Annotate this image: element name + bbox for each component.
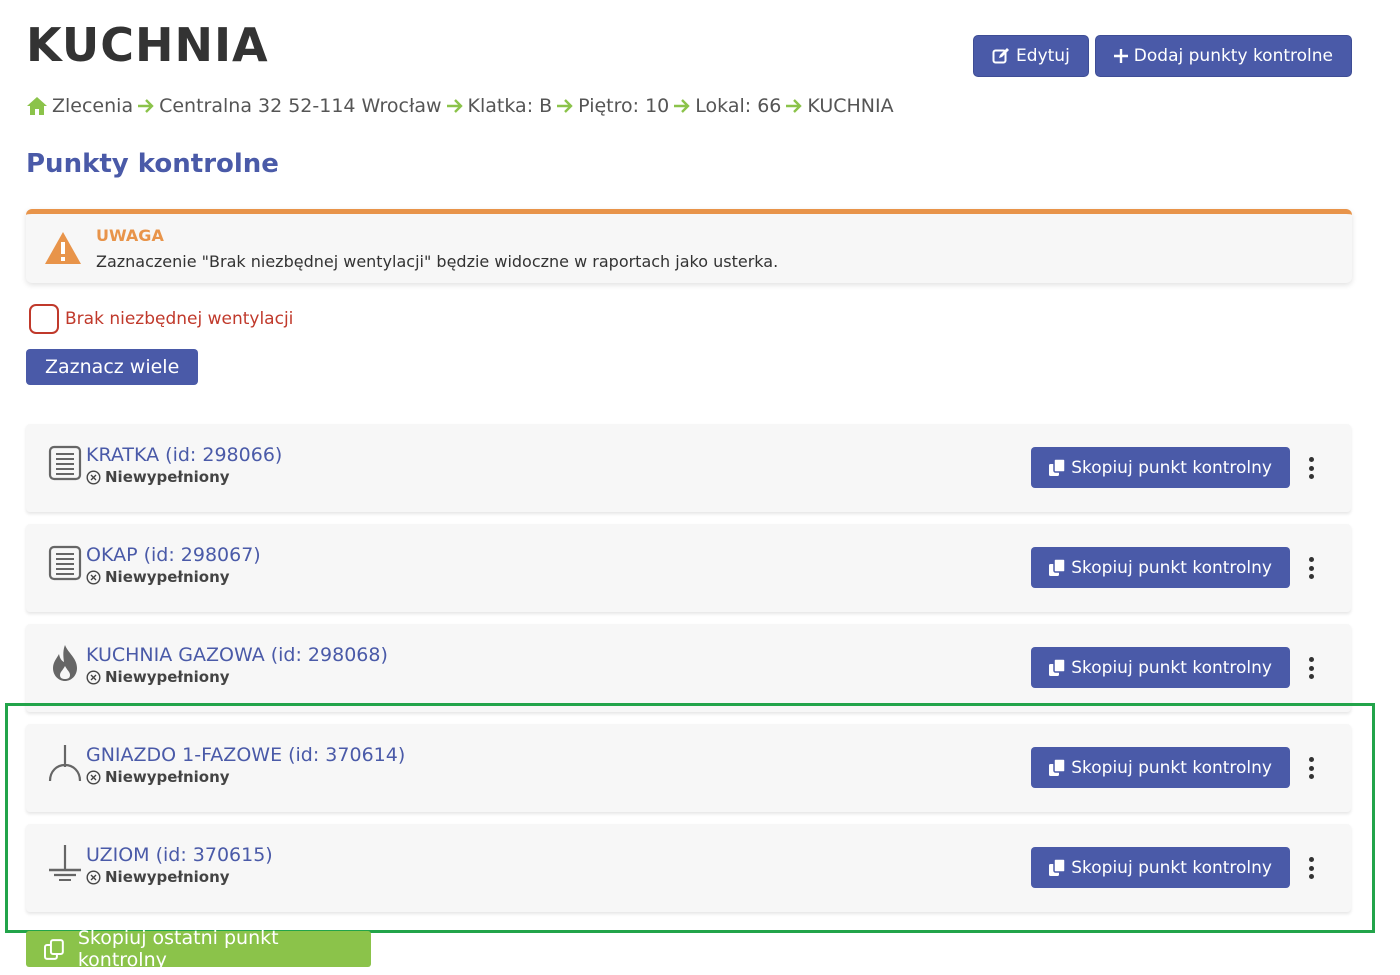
warning-icon [45, 232, 81, 264]
socket-icon [46, 742, 84, 784]
control-point-status: Niewypełniony [86, 468, 230, 486]
control-point-name[interactable]: KUCHNIA GAZOWA (id: 298068) [86, 644, 388, 666]
copy-last-control-point-button[interactable]: Skopiuj ostatni punkt kontrolny [26, 927, 371, 971]
copy-control-point-button[interactable]: Skopiuj punkt kontrolny [1031, 847, 1290, 888]
copy-icon [1049, 659, 1066, 676]
x-circle-icon [86, 469, 101, 485]
copy-icon [1049, 759, 1066, 776]
x-circle-icon [86, 569, 101, 585]
copy-control-point-button[interactable]: Skopiuj punkt kontrolny [1031, 747, 1290, 788]
copy-last-label: Skopiuj ostatni punkt kontrolny [77, 927, 279, 971]
page-title: KUCHNIA [26, 18, 269, 72]
control-point-item[interactable]: KRATKA (id: 298066) Niewypełniony Skopiu… [26, 424, 1351, 512]
copy-icon [1049, 859, 1066, 876]
arrow-right-icon [785, 98, 803, 114]
warning-alert: UWAGA Zaznaczenie "Brak niezbędnej wenty… [26, 209, 1352, 283]
control-point-item[interactable]: OKAP (id: 298067) Niewypełniony Skopiuj … [26, 524, 1351, 612]
arrow-right-icon [673, 98, 691, 114]
alert-heading: UWAGA [96, 226, 164, 245]
ventilation-checkbox-label[interactable]: Brak niezbędnej wentylacji [65, 309, 293, 329]
copy-icon [1049, 459, 1066, 476]
copy-button-label: Skopiuj punkt kontrolny [1071, 757, 1272, 778]
control-point-name[interactable]: UZIOM (id: 370615) [86, 844, 273, 866]
x-circle-icon [86, 769, 101, 785]
status-text: Niewypełniony [105, 668, 230, 686]
grate-icon [46, 542, 84, 584]
breadcrumb: Zlecenia Centralna 32 52-114 Wrocław Kla… [26, 95, 894, 117]
page: KUCHNIA Edytuj Dodaj punkty kontrolne Zl… [0, 0, 1400, 975]
more-options-icon[interactable] [1307, 457, 1315, 479]
control-point-status: Niewypełniony [86, 768, 230, 786]
x-circle-icon [86, 669, 101, 685]
control-point-status: Niewypełniony [86, 668, 230, 686]
more-options-icon[interactable] [1307, 757, 1315, 779]
control-point-item[interactable]: GNIAZDO 1-FAZOWE (id: 370614) Niewypełni… [26, 724, 1351, 812]
select-many-button[interactable]: Zaznacz wiele [26, 349, 199, 385]
copy-button-label: Skopiuj punkt kontrolny [1071, 657, 1272, 678]
add-button-label: Dodaj punkty kontrolne [1133, 46, 1333, 66]
breadcrumb-orders[interactable]: Zlecenia [52, 95, 133, 117]
control-point-name[interactable]: KRATKA (id: 298066) [86, 444, 282, 466]
breadcrumb-address[interactable]: Centralna 32 52-114 Wrocław [159, 95, 441, 117]
copy-control-point-button[interactable]: Skopiuj punkt kontrolny [1031, 647, 1290, 688]
more-options-icon[interactable] [1307, 857, 1315, 879]
ground-icon [46, 842, 84, 884]
top-actions: Edytuj Dodaj punkty kontrolne [973, 35, 1352, 77]
edit-button-label: Edytuj [1016, 46, 1070, 66]
plus-icon [1113, 49, 1128, 63]
ventilation-checkbox[interactable] [29, 304, 59, 334]
alert-text: Zaznaczenie "Brak niezbędnej wentylacji"… [96, 252, 779, 271]
section-title: Punkty kontrolne [26, 149, 279, 179]
arrow-right-icon [556, 98, 574, 114]
arrow-right-icon [446, 98, 464, 114]
control-point-name[interactable]: GNIAZDO 1-FAZOWE (id: 370614) [86, 744, 405, 766]
grate-icon [46, 442, 84, 484]
breadcrumb-unit[interactable]: Lokal: 66 [695, 95, 781, 117]
breadcrumb-room: KUCHNIA [807, 95, 894, 117]
breadcrumb-floor[interactable]: Piętro: 10 [578, 95, 669, 117]
copy-button-label: Skopiuj punkt kontrolny [1071, 457, 1272, 478]
more-options-icon[interactable] [1307, 557, 1315, 579]
control-point-status: Niewypełniony [86, 868, 230, 886]
arrow-right-icon [137, 98, 155, 114]
status-text: Niewypełniony [105, 768, 230, 786]
breadcrumb-staircase[interactable]: Klatka: B [468, 95, 553, 117]
control-point-status: Niewypełniony [86, 568, 230, 586]
add-control-points-button[interactable]: Dodaj punkty kontrolne [1094, 35, 1352, 77]
copy-icon [44, 938, 64, 960]
copy-button-label: Skopiuj punkt kontrolny [1071, 557, 1272, 578]
edit-icon [992, 48, 1010, 64]
control-points-list: KRATKA (id: 298066) Niewypełniony Skopiu… [26, 424, 1351, 924]
control-point-item[interactable]: UZIOM (id: 370615) Niewypełniony Skopiuj… [26, 824, 1351, 912]
more-options-icon[interactable] [1307, 657, 1315, 679]
status-text: Niewypełniony [105, 568, 230, 586]
flame-icon [46, 642, 84, 684]
status-text: Niewypełniony [105, 868, 230, 886]
copy-icon [1049, 559, 1066, 576]
home-icon[interactable] [26, 96, 48, 116]
ventilation-checkbox-row[interactable]: Brak niezbędnej wentylacji [29, 304, 293, 334]
copy-control-point-button[interactable]: Skopiuj punkt kontrolny [1031, 547, 1290, 588]
control-point-name[interactable]: OKAP (id: 298067) [86, 544, 261, 566]
copy-button-label: Skopiuj punkt kontrolny [1071, 857, 1272, 878]
copy-control-point-button[interactable]: Skopiuj punkt kontrolny [1031, 447, 1290, 488]
control-point-item[interactable]: KUCHNIA GAZOWA (id: 298068) Niewypełnion… [26, 624, 1351, 712]
edit-button[interactable]: Edytuj [973, 35, 1089, 77]
x-circle-icon [86, 869, 101, 885]
status-text: Niewypełniony [105, 468, 230, 486]
